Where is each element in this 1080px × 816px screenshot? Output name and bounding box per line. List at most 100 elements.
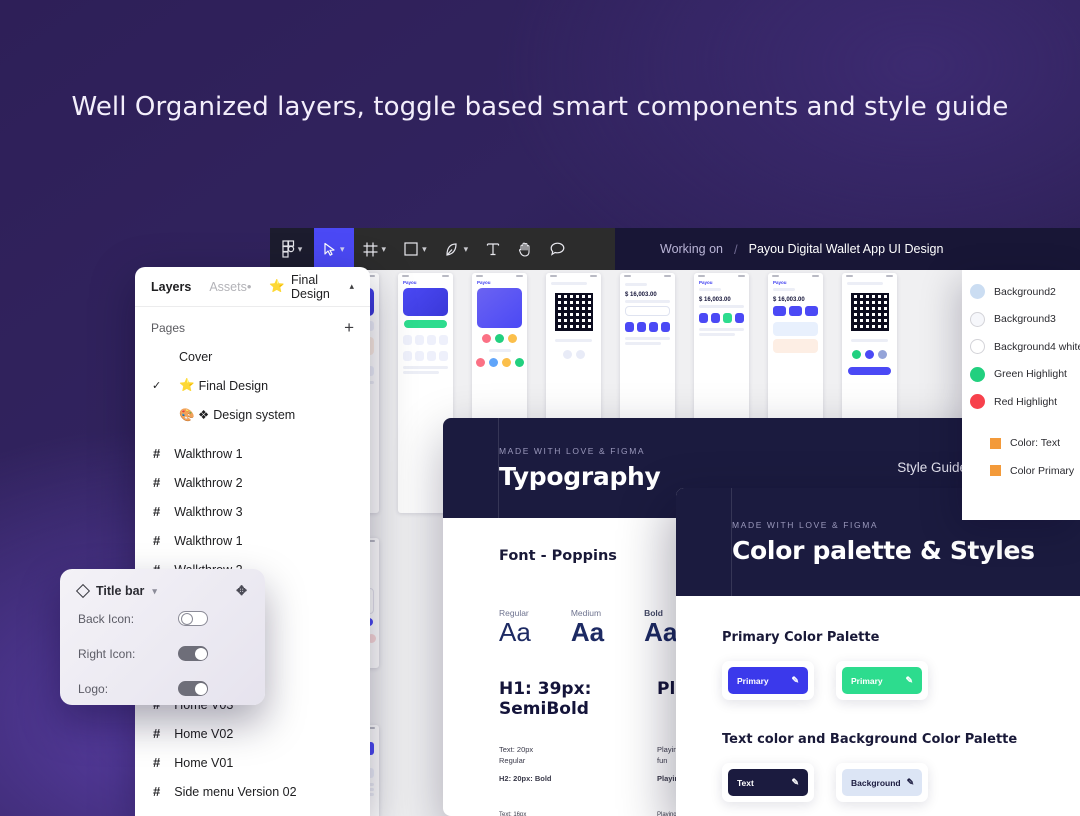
frame-icon: # [153, 755, 161, 770]
right-icon-toggle[interactable] [178, 646, 208, 661]
pencil-icon[interactable]: ✎ [791, 675, 799, 686]
chevron-down-icon[interactable]: ▾ [340, 244, 345, 255]
color-palette-style-card[interactable]: MADE WITH LOVE & FIGMA Color palette & S… [676, 488, 1080, 816]
swatch-card-text[interactable]: Text ✎ [722, 763, 814, 802]
breadcrumb-working-on: Working on [660, 242, 723, 256]
breadcrumb-separator: / [734, 241, 738, 257]
shape-tool[interactable]: ▾ [395, 228, 436, 270]
back-icon-toggle[interactable] [178, 611, 208, 626]
style-row-background3[interactable]: Background3 [962, 306, 1080, 334]
layer-label: Walkthrow 1 [174, 446, 243, 461]
font-sample-regular: Regular Aa [499, 608, 531, 645]
current-page-chip[interactable]: ⭐ Final Design ▴ [269, 273, 354, 301]
swatch-label: Primary [737, 675, 769, 686]
font-sample-glyph: Aa [570, 617, 605, 647]
style-label: Background2 [994, 285, 1056, 298]
property-row-back-icon[interactable]: Back Icon: [78, 603, 247, 634]
frame-tool[interactable]: ▾ [354, 228, 396, 270]
style-label: Background4 white [994, 340, 1080, 353]
layer-row[interactable]: # Walkthrow 2 [135, 468, 370, 497]
layer-row[interactable]: # Home V01 [135, 748, 370, 777]
chevron-up-icon[interactable]: ▴ [349, 281, 354, 292]
palette-icon: 🎨 ❖ [179, 407, 210, 422]
move-handle-icon[interactable]: ✥ [236, 583, 247, 599]
chevron-down-icon[interactable]: ▾ [464, 244, 469, 255]
style-row-green-highlight[interactable]: Green Highlight [962, 361, 1080, 389]
page-item-design-system[interactable]: 🎨 ❖ Design system [135, 400, 370, 429]
property-row-logo[interactable]: Logo: [78, 673, 247, 704]
chevron-down-icon[interactable]: ▾ [298, 244, 303, 255]
style-row-color-text[interactable]: Color: Text [962, 430, 1080, 458]
layer-row[interactable]: # Walkthrow 3 [135, 497, 370, 526]
style-label: Color Primary [1010, 464, 1075, 477]
style-dot-icon [990, 465, 1001, 477]
swatch-card-primary-green[interactable]: Primary ✎ [836, 661, 928, 700]
text-background-palette-title: Text color and Background Color Palette [722, 732, 1018, 747]
move-tool[interactable]: ▾ [314, 228, 354, 270]
font-sample-bold: Bold Aa [644, 608, 677, 645]
page-item-final-design[interactable]: ✓ ⭐ Final Design [135, 371, 370, 400]
color-swatch-icon [970, 394, 985, 410]
layers-panel-tabs[interactable]: Layers Assets• ⭐ Final Design ▴ [135, 267, 370, 307]
figma-topbar: Working on / Payou Digital Wallet App UI… [615, 228, 1080, 270]
style-dot-icon [990, 437, 1001, 449]
property-label: Back Icon: [78, 611, 135, 626]
page-item-cover[interactable]: Cover [135, 342, 370, 371]
pen-tool[interactable]: ▾ [436, 228, 478, 270]
layers-panel[interactable]: Layers Assets• ⭐ Final Design ▴ Pages + … [135, 267, 370, 816]
text-tool[interactable] [477, 228, 509, 270]
typography-kicker: MADE WITH LOVE & FIGMA [499, 445, 646, 456]
style-row-background4-white[interactable]: Background4 white [962, 333, 1080, 361]
chevron-down-icon[interactable]: ▾ [382, 244, 387, 255]
chevron-down-icon[interactable]: ▾ [422, 244, 427, 255]
page-label: Final Design [198, 378, 269, 393]
styles-panel[interactable]: Background2 Background3 Background4 whit… [962, 270, 1080, 520]
property-label: Logo: [78, 681, 109, 696]
layer-label: Walkthrow 2 [174, 475, 243, 490]
style-label: Background3 [994, 313, 1056, 326]
layer-row[interactable]: # Walkthrow 1 [135, 439, 370, 468]
swatch-label: Text [737, 777, 754, 788]
hand-tool[interactable] [509, 228, 541, 270]
swatch-label: Background [851, 777, 901, 788]
figma-logo-icon[interactable]: ▾ [270, 228, 314, 270]
style-row-color-primary[interactable]: Color Primary [962, 457, 1080, 485]
breadcrumb-file-name[interactable]: Payou Digital Wallet App UI Design [749, 242, 944, 256]
pencil-icon[interactable]: ✎ [905, 675, 913, 686]
unread-dot-icon: • [246, 279, 252, 294]
tab-layers[interactable]: Layers [151, 280, 191, 294]
color-swatch-icon [970, 311, 985, 327]
pencil-icon[interactable]: ✎ [907, 777, 915, 788]
add-page-button[interactable]: + [344, 319, 354, 336]
pencil-icon[interactable]: ✎ [791, 777, 799, 788]
style-label: Red Highlight [994, 395, 1058, 408]
style-row-red-highlight[interactable]: Red Highlight [962, 388, 1080, 416]
frame-icon: # [153, 726, 161, 741]
thumb-balance: $ 16,003.00 [699, 297, 731, 303]
logo-toggle[interactable] [178, 681, 208, 696]
frame-icon: # [153, 475, 161, 490]
pages-label: Pages [151, 320, 186, 335]
comment-tool[interactable] [541, 228, 574, 270]
layer-row[interactable]: # Side menu Version 02 [135, 777, 370, 806]
swatch-card-background[interactable]: Background ✎ [836, 763, 928, 802]
color-swatch-icon [970, 284, 985, 300]
page-label: Design system [213, 407, 296, 422]
layer-row[interactable]: # Home V02 [135, 719, 370, 748]
text-swatch-row: Text ✎ Background ✎ [722, 763, 1034, 802]
tab-assets[interactable]: Assets• [209, 279, 251, 294]
panel-divider [135, 429, 370, 439]
frame-icon: # [153, 784, 161, 799]
property-row-right-icon[interactable]: Right Icon: [78, 638, 247, 669]
frame-icon: # [153, 533, 161, 548]
layer-label: Home V01 [174, 755, 234, 770]
chevron-down-icon[interactable]: ▾ [152, 586, 157, 597]
style-row-background2[interactable]: Background2 [962, 278, 1080, 306]
star-icon: ⭐ [179, 378, 195, 392]
style-label: Color: Text [1010, 437, 1060, 450]
component-properties-header: Title bar ▾ ✥ [75, 583, 247, 599]
swatch-card-primary-blue[interactable]: Primary ✎ [722, 661, 814, 700]
component-properties-panel[interactable]: Title bar ▾ ✥ Back Icon: Right Icon: Log… [60, 569, 265, 705]
layer-row[interactable]: # Walkthrow 1 [135, 526, 370, 555]
style-guide-label: Style Guide [897, 460, 967, 475]
